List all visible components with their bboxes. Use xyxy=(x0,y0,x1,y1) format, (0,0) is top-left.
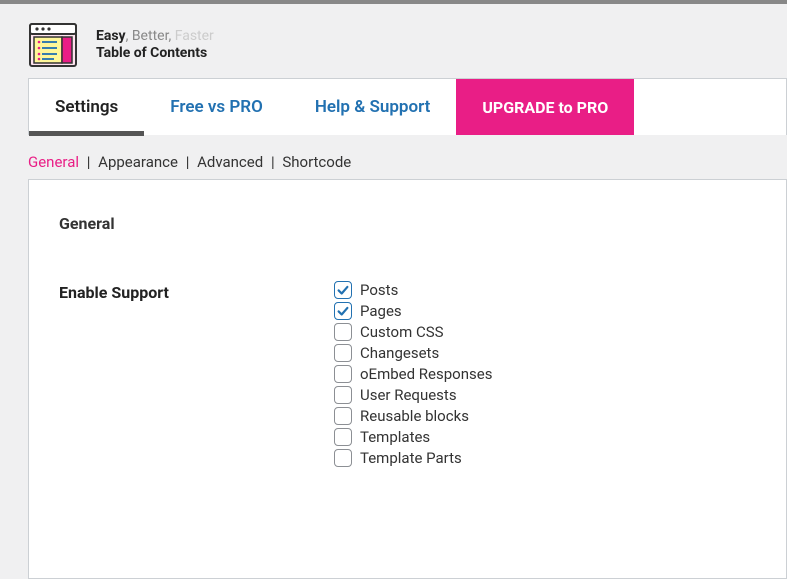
main-tabs: Settings Free vs PRO Help & Support UPGR… xyxy=(28,78,787,135)
checkbox[interactable] xyxy=(334,428,352,446)
checkbox[interactable] xyxy=(334,407,352,425)
checkbox[interactable] xyxy=(334,386,352,404)
checkbox-label[interactable]: Pages xyxy=(360,302,402,320)
checkbox[interactable] xyxy=(334,344,352,362)
tagline: Easy, Better, Faster xyxy=(96,28,214,45)
checkbox-item: oEmbed Responses xyxy=(334,365,492,383)
section-title-general: General xyxy=(59,214,756,233)
checkmark-icon xyxy=(336,304,350,318)
checkbox-label[interactable]: User Requests xyxy=(360,386,457,404)
tagline-easy: Easy xyxy=(96,28,126,44)
checkmark-icon xyxy=(336,283,350,297)
subtab-separator: | xyxy=(271,153,275,171)
subtab-separator: | xyxy=(186,153,190,171)
header-text: Easy, Better, Faster Table of Contents xyxy=(96,28,214,62)
header: Easy, Better, Faster Table of Contents xyxy=(0,4,787,78)
checkbox[interactable] xyxy=(334,365,352,383)
checkbox-item: Reusable blocks xyxy=(334,407,492,425)
tab-settings[interactable]: Settings xyxy=(29,79,144,135)
checkbox[interactable] xyxy=(334,323,352,341)
checkbox-label[interactable]: Changesets xyxy=(360,344,439,362)
checkbox-item: Changesets xyxy=(334,344,492,362)
checkbox[interactable] xyxy=(334,281,352,299)
checkbox-label[interactable]: oEmbed Responses xyxy=(360,365,492,383)
tab-free-vs-pro[interactable]: Free vs PRO xyxy=(144,79,289,135)
post-types-checkbox-list: Posts Pages Custom CSS Changesets oEmbed Res… xyxy=(334,281,492,467)
subtab-appearance[interactable]: Appearance xyxy=(98,153,178,171)
checkbox-label[interactable]: Reusable blocks xyxy=(360,407,469,425)
checkbox[interactable] xyxy=(334,302,352,320)
logo-icon xyxy=(28,22,78,68)
sub-tabs: General | Appearance | Advanced | Shortc… xyxy=(28,153,787,171)
tab-upgrade-to-pro[interactable]: UPGRADE to PRO xyxy=(456,79,634,135)
subtab-general[interactable]: General xyxy=(28,153,79,171)
checkbox-label[interactable]: Posts xyxy=(360,281,398,299)
tagline-better: , Better, xyxy=(126,28,175,44)
tagline-faster: Faster xyxy=(175,28,214,44)
checkbox-item: Posts xyxy=(334,281,492,299)
settings-panel: General Enable Support Posts Pages Custom … xyxy=(28,179,787,579)
checkbox-label[interactable]: Template Parts xyxy=(360,449,462,467)
checkbox-item: Pages xyxy=(334,302,492,320)
subtab-separator: | xyxy=(87,153,91,171)
checkbox-item: Custom CSS xyxy=(334,323,492,341)
subtab-shortcode[interactable]: Shortcode xyxy=(282,153,351,171)
checkbox-item: Template Parts xyxy=(334,449,492,467)
label-enable-support: Enable Support xyxy=(59,281,334,302)
checkbox-item: Templates xyxy=(334,428,492,446)
subtab-advanced[interactable]: Advanced xyxy=(197,153,263,171)
tab-help-support[interactable]: Help & Support xyxy=(289,79,457,135)
checkbox-item: User Requests xyxy=(334,386,492,404)
product-name: Table of Contents xyxy=(96,45,214,62)
form-row-enable-support: Enable Support Posts Pages Custom CSS Chang… xyxy=(59,281,756,467)
checkbox[interactable] xyxy=(334,449,352,467)
checkbox-label[interactable]: Custom CSS xyxy=(360,323,444,341)
checkbox-label[interactable]: Templates xyxy=(360,428,430,446)
